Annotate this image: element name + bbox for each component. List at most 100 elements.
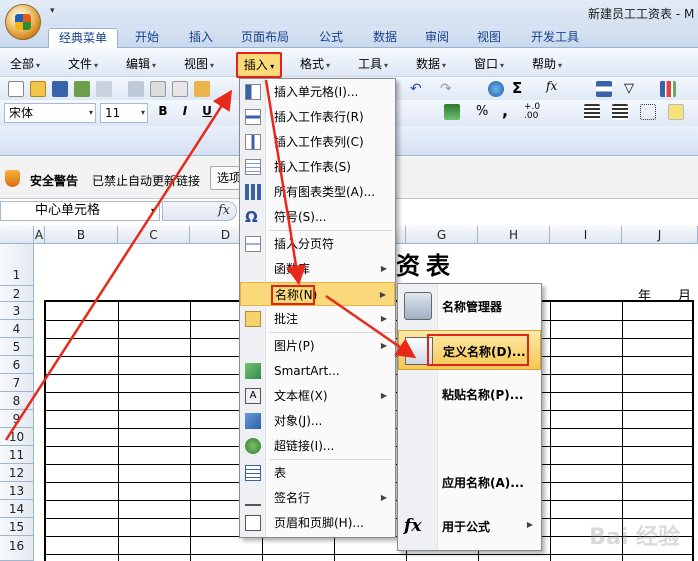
- menu-insert[interactable]: 插入 ▾: [236, 52, 282, 78]
- menu-item-picture[interactable]: 图片(P) ▶: [240, 334, 395, 358]
- select-all-corner[interactable]: [0, 226, 34, 244]
- menu-item-smartart[interactable]: SmartArt...: [240, 359, 395, 383]
- col-header-c[interactable]: C: [118, 226, 190, 244]
- menu-item-all-chart-types[interactable]: 所有图表类型(A)...: [240, 180, 395, 204]
- row-header-4[interactable]: 4: [0, 320, 34, 338]
- filter-icon[interactable]: ▽: [624, 81, 640, 97]
- menu-all[interactable]: 全部 ▾: [10, 55, 40, 72]
- menu-item-comment[interactable]: 批注 ▶: [240, 307, 395, 331]
- tab-formulas[interactable]: 公式: [308, 28, 354, 48]
- autosum-icon[interactable]: Σ: [512, 79, 528, 97]
- col-header-a[interactable]: A: [34, 226, 45, 244]
- save-icon[interactable]: [52, 81, 68, 97]
- percent-button[interactable]: %: [476, 104, 488, 119]
- menu-item-symbol[interactable]: Ω 符号(S)...: [240, 205, 395, 229]
- print-preview-icon[interactable]: [150, 81, 166, 97]
- spelling-icon[interactable]: [172, 81, 188, 97]
- research-icon[interactable]: [194, 81, 210, 97]
- tab-view[interactable]: 视图: [466, 28, 512, 48]
- submenu-item-use-in-formula[interactable]: fx 用于公式 ▶: [398, 506, 541, 546]
- submenu-item-paste-name[interactable]: 粘贴名称(P)...: [398, 374, 541, 414]
- row-header-1[interactable]: 1: [0, 244, 34, 286]
- menu-item-textbox[interactable]: A 文本框(X) ▶: [240, 384, 395, 408]
- currency-icon[interactable]: [444, 104, 460, 120]
- font-size-select[interactable]: 11 ▾: [100, 103, 148, 123]
- col-header-b[interactable]: B: [45, 226, 118, 244]
- email-icon[interactable]: [96, 81, 112, 97]
- menu-window[interactable]: 窗口 ▾: [474, 55, 504, 72]
- menu-item-hyperlink[interactable]: 超链接(I)...: [240, 434, 395, 458]
- print-icon[interactable]: [128, 81, 144, 97]
- menu-item-name[interactable]: 名称(N) ▶: [240, 282, 395, 306]
- tab-classic-menu[interactable]: 经典菜单: [48, 28, 118, 48]
- submenu-item-define-name[interactable]: 定义名称(D)...: [398, 330, 541, 370]
- new-icon[interactable]: [8, 81, 24, 97]
- menu-item-object[interactable]: 对象(J)...: [240, 409, 395, 433]
- menu-tools[interactable]: 工具 ▾: [358, 55, 388, 72]
- tab-page-layout[interactable]: 页面布局: [232, 28, 298, 48]
- col-header-h[interactable]: H: [478, 226, 550, 244]
- menu-data[interactable]: 数据 ▾: [416, 55, 446, 72]
- menu-item-table[interactable]: 表: [240, 461, 395, 485]
- col-header-g[interactable]: G: [406, 226, 478, 244]
- insert-function-button[interactable]: fx: [218, 203, 230, 218]
- redo-icon[interactable]: ↷: [440, 81, 456, 97]
- tab-insert[interactable]: 插入: [178, 28, 224, 48]
- chart-wizard-icon[interactable]: [660, 81, 676, 97]
- row-header-12[interactable]: 12: [0, 464, 34, 482]
- menu-item-page-break[interactable]: 插入分页符: [240, 232, 395, 256]
- permission-icon[interactable]: [74, 81, 90, 97]
- col-header-j[interactable]: J: [622, 226, 698, 244]
- row-header-15[interactable]: 15: [0, 518, 34, 536]
- row-header-13[interactable]: 13: [0, 482, 34, 500]
- menu-item-insert-sheet[interactable]: 插入工作表(S): [240, 155, 395, 179]
- submenu-item-apply-names[interactable]: 应用名称(A)...: [398, 462, 541, 502]
- row-header-9[interactable]: 9: [0, 410, 34, 428]
- menu-edit[interactable]: 编辑 ▾: [126, 55, 156, 72]
- menu-item-function-library[interactable]: 函数库 ▶: [240, 257, 395, 281]
- menu-file[interactable]: 文件 ▾: [68, 55, 98, 72]
- open-icon[interactable]: [30, 81, 46, 97]
- decrease-indent-icon[interactable]: [584, 104, 600, 120]
- hyperlink-globe-icon[interactable]: [488, 81, 504, 97]
- name-box[interactable]: 中心单元格 ▾: [0, 201, 160, 221]
- sort-icon[interactable]: [596, 81, 612, 97]
- row-header-3[interactable]: 3: [0, 302, 34, 320]
- col-header-i[interactable]: I: [550, 226, 622, 244]
- comma-button[interactable]: ,: [502, 101, 508, 120]
- menu-item-insert-column[interactable]: 插入工作表列(C): [240, 130, 395, 154]
- row-header-14[interactable]: 14: [0, 500, 34, 518]
- menu-item-signature-line[interactable]: 签名行 ▶: [240, 486, 395, 510]
- increase-decimal-button[interactable]: +.0 .00: [524, 103, 546, 121]
- row-header-8[interactable]: 8: [0, 392, 34, 410]
- fill-color-icon[interactable]: [668, 104, 684, 120]
- borders-icon[interactable]: [640, 104, 656, 120]
- tab-home[interactable]: 开始: [124, 28, 170, 48]
- menu-item-header-footer[interactable]: 页眉和页脚(H)...: [240, 511, 395, 535]
- tab-developer[interactable]: 开发工具: [522, 28, 588, 48]
- row-header-6[interactable]: 6: [0, 356, 34, 374]
- menu-item-insert-cells[interactable]: 插入单元格(I)...: [240, 80, 395, 104]
- menu-view[interactable]: 视图 ▾: [184, 55, 214, 72]
- menu-format[interactable]: 格式 ▾: [300, 55, 330, 72]
- submenu-item-name-manager[interactable]: 名称管理器: [398, 286, 541, 326]
- row-header-11[interactable]: 11: [0, 446, 34, 464]
- menu-help[interactable]: 帮助 ▾: [532, 55, 562, 72]
- undo-icon[interactable]: ↶: [410, 81, 426, 97]
- row-header-16[interactable]: 16: [0, 536, 34, 561]
- underline-button[interactable]: U: [198, 104, 216, 118]
- quick-access-dropdown-icon[interactable]: ▾: [50, 6, 55, 16]
- tab-review[interactable]: 审阅: [414, 28, 460, 48]
- office-button[interactable]: [5, 4, 41, 40]
- function-icon[interactable]: fx: [546, 79, 566, 95]
- menu-item-insert-row[interactable]: 插入工作表行(R): [240, 105, 395, 129]
- tab-data[interactable]: 数据: [362, 28, 408, 48]
- font-name-select[interactable]: 宋体 ▾: [4, 103, 96, 123]
- increase-indent-icon[interactable]: [612, 104, 628, 120]
- sheet-title-cell[interactable]: 资表: [396, 246, 456, 281]
- italic-button[interactable]: I: [176, 104, 194, 118]
- row-header-7[interactable]: 7: [0, 374, 34, 392]
- row-header-10[interactable]: 10: [0, 428, 34, 446]
- bold-button[interactable]: B: [154, 104, 172, 118]
- row-header-2[interactable]: 2: [0, 286, 34, 302]
